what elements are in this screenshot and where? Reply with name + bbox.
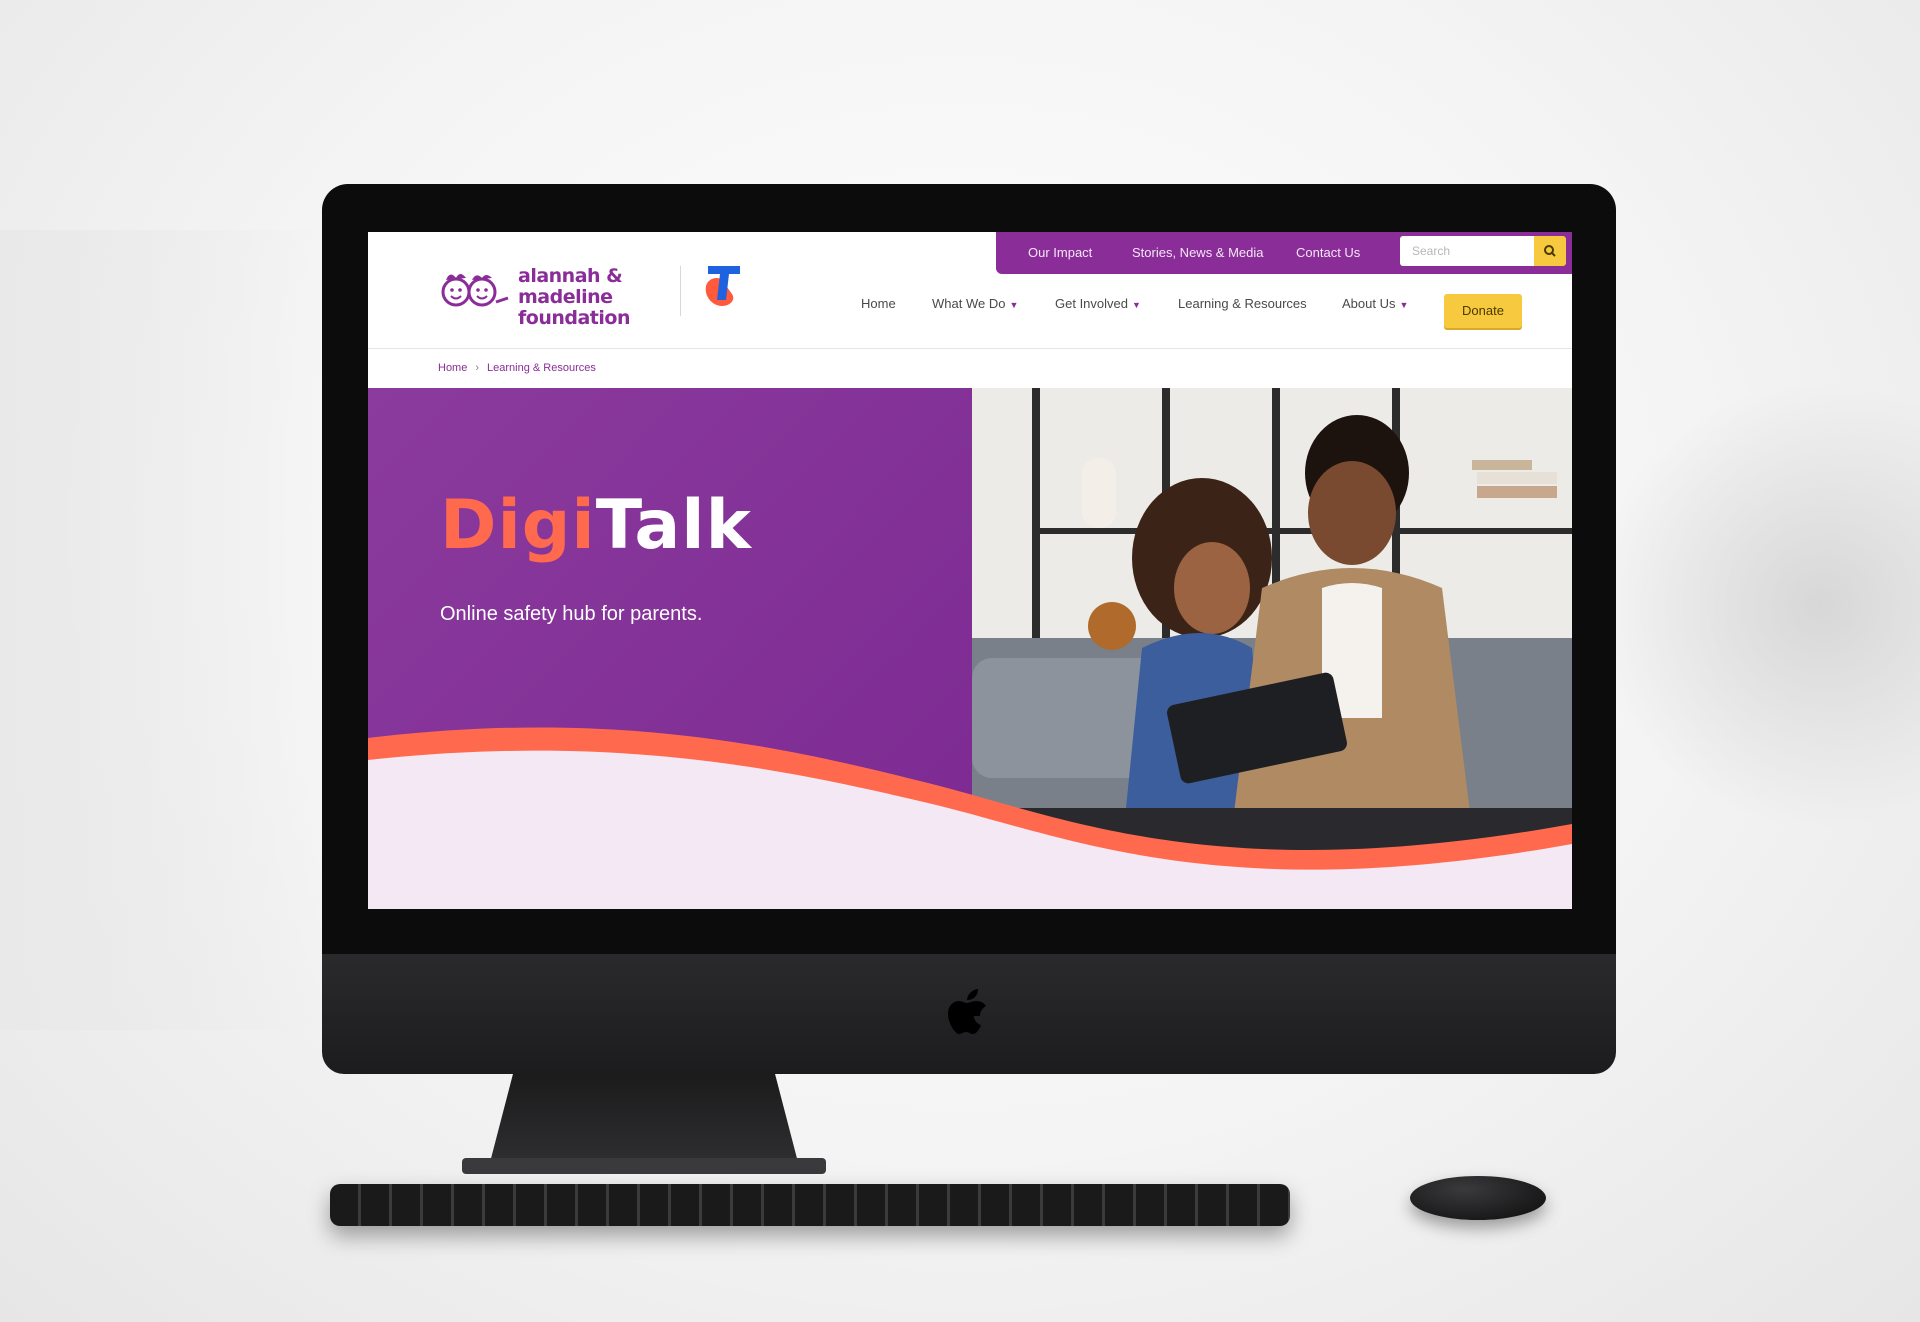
nav-what-we-do-label: What We Do	[932, 296, 1006, 311]
logo-wordmark: alannah & madeline foundation	[518, 266, 678, 329]
nav-learning-resources-label: Learning & Resources	[1178, 296, 1307, 311]
foundation-logo[interactable]: alannah & madeline foundation	[438, 262, 678, 329]
caret-down-icon: ▼	[1009, 300, 1019, 310]
nav-what-we-do[interactable]: What We Do ▼	[932, 296, 1018, 311]
logo-line1: alannah & madeline	[518, 265, 623, 308]
monitor-stand-base	[462, 1158, 826, 1174]
link-contact-us[interactable]: Contact Us	[1296, 245, 1360, 260]
background-blur-right	[1590, 380, 1920, 830]
nav-about-us[interactable]: About Us ▼	[1342, 296, 1408, 311]
monitor-stand	[488, 1074, 800, 1170]
link-our-impact[interactable]: Our Impact	[1028, 245, 1092, 260]
caret-down-icon: ▼	[1132, 300, 1141, 310]
nav-home-label: Home	[861, 296, 896, 311]
nav-about-us-label: About Us	[1342, 296, 1396, 311]
mouse	[1410, 1176, 1546, 1220]
hero-title-digi: Digi	[440, 486, 596, 565]
keyboard	[330, 1184, 1290, 1226]
faces-logo-icon	[441, 274, 509, 307]
search-input[interactable]	[1400, 236, 1534, 266]
logo-line2: foundation	[518, 307, 630, 329]
hero-title-talk: Talk	[595, 486, 752, 565]
hero-banner: DigiTalk Online safety hub for parents.	[368, 388, 1572, 909]
utility-bar: Our Impact Stories, News & Media Contact…	[996, 232, 1572, 274]
header-divider	[368, 348, 1572, 349]
link-stories-news-media[interactable]: Stories, News & Media	[1132, 245, 1264, 260]
telstra-partner-logo-icon	[705, 266, 740, 306]
search-icon	[1544, 245, 1556, 257]
hero-wave-divider	[368, 727, 1572, 909]
apple-logo-icon	[948, 989, 986, 1034]
donate-button[interactable]: Donate	[1444, 294, 1522, 328]
search-button[interactable]	[1534, 236, 1566, 266]
website-screen: Our Impact Stories, News & Media Contact…	[368, 232, 1572, 909]
background-blur-left	[0, 230, 330, 1030]
nav-get-involved-label: Get Involved	[1055, 296, 1128, 311]
nav-home[interactable]: Home	[861, 296, 896, 311]
nav-get-involved[interactable]: Get Involved ▼	[1055, 296, 1141, 311]
breadcrumb: Home › Learning & Resources	[438, 362, 596, 374]
logo-divider	[680, 266, 681, 316]
breadcrumb-home[interactable]: Home	[438, 362, 467, 374]
breadcrumb-learning-resources[interactable]: Learning & Resources	[487, 362, 596, 374]
hero-subtitle: Online safety hub for parents.	[440, 603, 703, 625]
nav-learning-resources[interactable]: Learning & Resources	[1178, 296, 1307, 311]
hero-title: DigiTalk	[440, 486, 752, 565]
caret-down-icon: ▼	[1399, 300, 1409, 310]
chevron-right-icon: ›	[475, 362, 480, 374]
